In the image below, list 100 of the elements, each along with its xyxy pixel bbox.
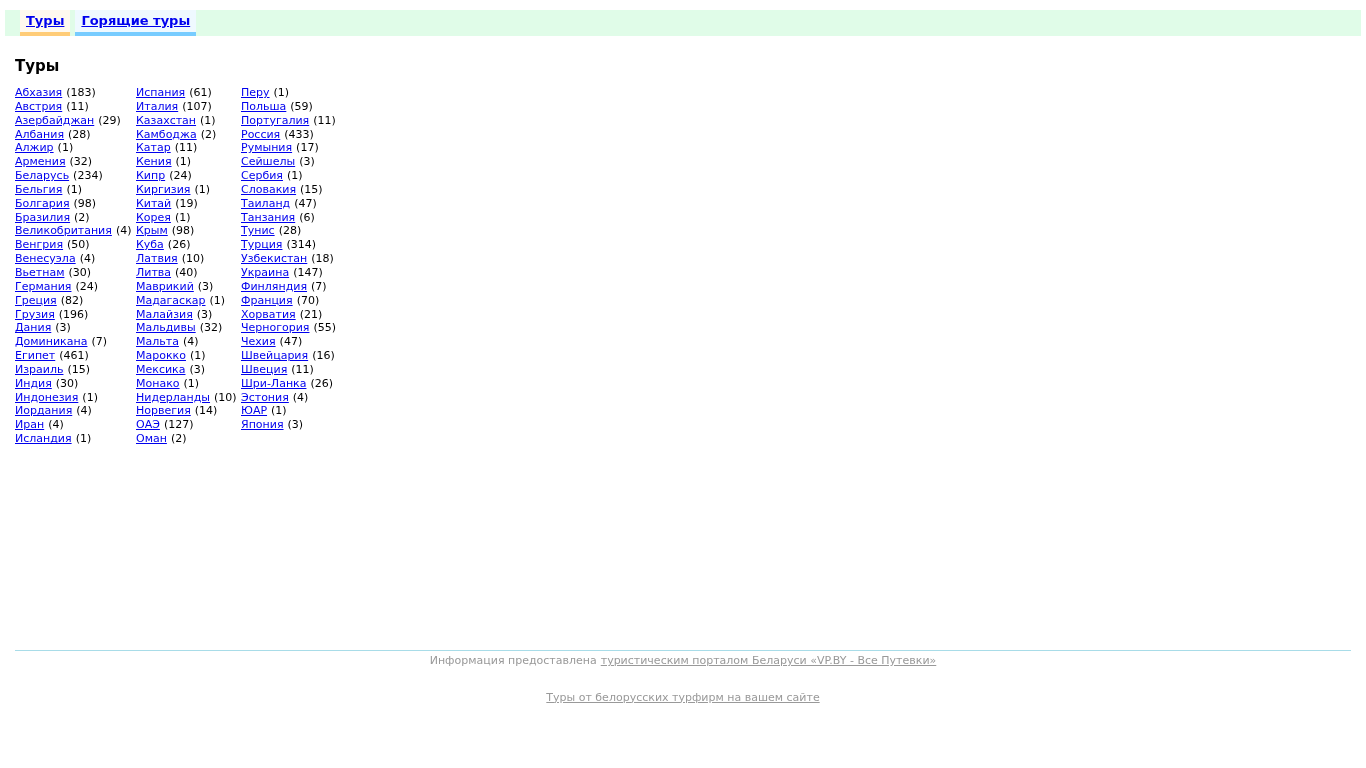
country-link[interactable]: Япония bbox=[241, 418, 284, 433]
tour-count: (1) bbox=[75, 432, 92, 446]
country-link[interactable]: Дания bbox=[15, 321, 52, 336]
country-link[interactable]: Бельгия bbox=[15, 182, 63, 197]
country-link[interactable]: Словакия bbox=[241, 182, 297, 197]
tour-count: (1) bbox=[66, 182, 82, 197]
tour-count: (7) bbox=[91, 335, 108, 350]
country-link[interactable]: Португалия bbox=[241, 113, 310, 128]
country-link[interactable]: Корея bbox=[136, 210, 171, 225]
country-link[interactable]: Италия bbox=[136, 99, 179, 114]
country-link[interactable]: Сербия bbox=[241, 169, 283, 183]
country-link[interactable]: Эстония bbox=[241, 390, 289, 405]
country-link[interactable]: Франция bbox=[241, 293, 293, 308]
country-link[interactable]: Египет bbox=[15, 349, 56, 363]
country-link[interactable]: Иран bbox=[15, 418, 45, 433]
country-link[interactable]: Армения bbox=[15, 155, 66, 170]
country-link[interactable]: Шри-Ланка bbox=[241, 376, 307, 391]
country-link[interactable]: Мальдивы bbox=[136, 321, 196, 336]
country-link[interactable]: Черногория bbox=[241, 321, 310, 336]
country-link[interactable]: Кения bbox=[136, 155, 172, 170]
country-link[interactable]: Латвия bbox=[136, 252, 178, 266]
country-link[interactable]: ОАЭ bbox=[136, 418, 160, 433]
country-link[interactable]: Швейцария bbox=[241, 349, 309, 363]
tour-count: (3) bbox=[189, 362, 206, 377]
country-link[interactable]: Беларусь bbox=[15, 169, 70, 183]
country-link[interactable]: Перу bbox=[241, 86, 270, 100]
country-link[interactable]: Танзания bbox=[241, 210, 296, 225]
country-link[interactable]: Катар bbox=[136, 141, 171, 156]
country-link[interactable]: Индонезия bbox=[15, 390, 79, 405]
country-link[interactable]: Алжир bbox=[15, 141, 54, 156]
country-link[interactable]: Азербайджан bbox=[15, 113, 95, 128]
country-link[interactable]: Норвегия bbox=[136, 404, 191, 419]
country-link[interactable]: Венгрия bbox=[15, 238, 64, 253]
country-link[interactable]: Киргизия bbox=[136, 182, 191, 197]
country-link[interactable]: Украина bbox=[241, 265, 290, 280]
country-link[interactable]: Австрия bbox=[15, 99, 63, 114]
country-link[interactable]: Исландия bbox=[15, 432, 72, 446]
country-link[interactable]: Хорватия bbox=[241, 307, 296, 322]
page-heading: Туры bbox=[15, 57, 60, 75]
country-link[interactable]: Марокко bbox=[136, 349, 186, 363]
country-link[interactable]: Великобритания bbox=[15, 224, 112, 239]
tour-count: (1) bbox=[82, 390, 98, 405]
tour-count: (127) bbox=[163, 418, 194, 433]
tour-count: (17) bbox=[296, 141, 319, 156]
country-link[interactable]: Оман bbox=[136, 432, 167, 446]
country-link[interactable]: Иордания bbox=[15, 404, 73, 419]
country-link[interactable]: Крым bbox=[136, 224, 168, 239]
country-link[interactable]: Узбекистан bbox=[241, 252, 308, 266]
country-link[interactable]: Россия bbox=[241, 127, 281, 142]
country-link[interactable]: Индия bbox=[15, 376, 52, 391]
tour-count: (4) bbox=[76, 404, 92, 419]
country-link[interactable]: Нидерланды bbox=[136, 390, 211, 405]
tour-count: (98) bbox=[171, 224, 195, 239]
tab[interactable]: Туры bbox=[20, 10, 71, 36]
country-link[interactable]: Грузия bbox=[15, 307, 55, 322]
tour-count: (10) bbox=[214, 390, 237, 405]
country-link[interactable]: Израиль bbox=[15, 362, 64, 377]
country-link[interactable]: Мальта bbox=[136, 335, 179, 350]
country-link[interactable]: Камбоджа bbox=[136, 127, 197, 142]
country-link[interactable]: Доминикана bbox=[15, 335, 88, 350]
tour-count: (4) bbox=[182, 335, 199, 350]
tour-count: (1) bbox=[57, 141, 74, 156]
country-link[interactable]: Румыния bbox=[241, 141, 293, 156]
country-link[interactable]: Китай bbox=[136, 196, 172, 211]
country-link[interactable]: ЮАР bbox=[241, 404, 268, 419]
country-link[interactable]: Турция bbox=[241, 238, 283, 253]
tour-count: (2) bbox=[200, 127, 217, 142]
country-link[interactable]: Казахстан bbox=[136, 113, 197, 128]
country-link[interactable]: Вьетнам bbox=[15, 265, 65, 280]
country-link[interactable]: Литва bbox=[136, 265, 172, 280]
tour-count: (26) bbox=[167, 238, 191, 253]
country-link[interactable]: Куба bbox=[136, 238, 164, 253]
country-link[interactable]: Албания bbox=[15, 127, 65, 142]
country-link[interactable]: Венесуэла bbox=[15, 252, 76, 266]
tour-count: (7) bbox=[311, 279, 327, 294]
country-link[interactable]: Чехия bbox=[241, 335, 276, 350]
tour-count: (21) bbox=[299, 307, 323, 322]
country-link[interactable]: Сейшелы bbox=[241, 155, 296, 170]
country-link[interactable]: Финляндия bbox=[241, 279, 308, 294]
country-link[interactable]: Кипр bbox=[136, 169, 166, 183]
tour-count: (1) bbox=[175, 155, 192, 170]
country-link[interactable]: Таиланд bbox=[241, 196, 291, 211]
country-link[interactable]: Маврикий bbox=[136, 279, 194, 294]
country-link[interactable]: Мадагаскар bbox=[136, 293, 206, 308]
country-link[interactable]: Греция bbox=[15, 293, 57, 308]
country-link[interactable]: Польша bbox=[241, 99, 287, 114]
tab[interactable]: Горящие туры bbox=[75, 10, 197, 36]
country-link[interactable]: Болгария bbox=[15, 196, 70, 211]
country-link[interactable]: Абхазия bbox=[15, 86, 63, 100]
country-link[interactable]: Мексика bbox=[136, 362, 186, 377]
country-link[interactable]: Германия bbox=[15, 279, 72, 294]
country-link[interactable]: Малайзия bbox=[136, 307, 193, 322]
country-link[interactable]: Испания bbox=[136, 86, 186, 100]
country-link[interactable]: Швеция bbox=[241, 362, 288, 377]
tour-count: (11) bbox=[291, 362, 314, 377]
country-link[interactable]: Тунис bbox=[241, 224, 275, 239]
tour-count: (40) bbox=[175, 265, 198, 280]
tour-count: (15) bbox=[300, 182, 323, 197]
country-link[interactable]: Бразилия bbox=[15, 210, 71, 225]
country-link[interactable]: Монако bbox=[136, 376, 180, 391]
